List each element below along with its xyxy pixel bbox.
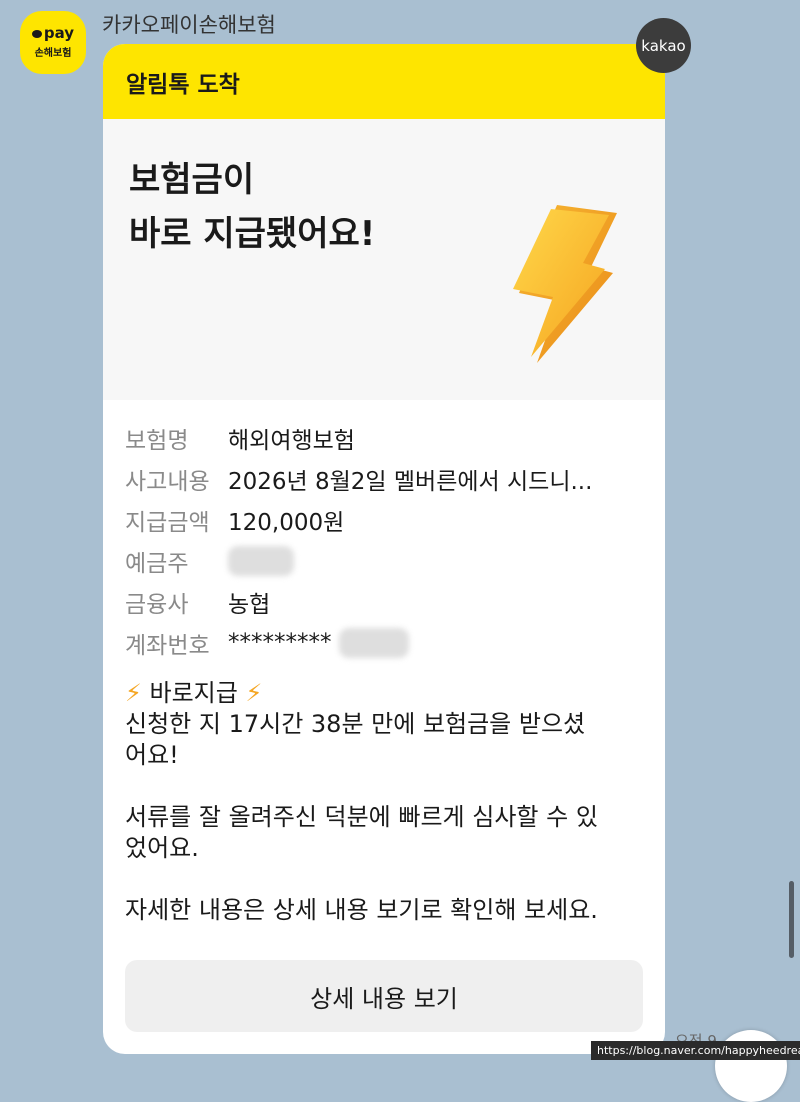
- bank-label: 금융사: [125, 591, 189, 618]
- redaction-blur: [228, 545, 294, 576]
- amount-label: 지급금액: [125, 509, 210, 536]
- card-header: 알림톡 도착: [103, 44, 665, 119]
- detail-row-account: 계좌번호 *********: [125, 622, 592, 663]
- avatar-sub-label: 손해보험: [34, 48, 72, 59]
- hero-title-line2: 바로 지급됐어요!: [129, 214, 376, 254]
- hero-title: 보험금이 바로 지급됐어요!: [129, 153, 375, 261]
- account-value: *********: [228, 627, 409, 658]
- detail-row-product: 보험명 해외여행보험: [125, 417, 592, 458]
- amount-value: 120,000원: [228, 509, 345, 536]
- hero-title-line1: 보험금이: [129, 160, 255, 200]
- view-details-button[interactable]: 상세 내용 보기: [125, 960, 643, 1032]
- bank-value: 농협: [228, 591, 271, 618]
- message-line: 자세한 내용은 상세 내용 보기로 확인해 보세요.: [125, 896, 598, 924]
- hero-banner: 보험금이 바로 지급됐어요!: [103, 119, 665, 400]
- detail-row-incident: 사고내용 2026년 8월2일 멜버른에서 시드니...: [125, 458, 592, 499]
- redaction-blur: [338, 627, 409, 658]
- message-line: 신청한 지 17시간 38분 만에 보험금을 받으셨: [125, 710, 586, 738]
- blog-watermark: https://blog.naver.com/happyheedream: [591, 1041, 800, 1060]
- claim-details: 보험명 해외여행보험 사고내용 2026년 8월2일 멜버른에서 시드니... …: [125, 417, 592, 663]
- account-label: 계좌번호: [125, 632, 210, 659]
- message-title-text: 바로지급: [149, 679, 238, 707]
- sender-avatar[interactable]: pay 손해보험: [20, 11, 86, 74]
- detail-row-amount: 지급금액 120,000원: [125, 499, 592, 540]
- product-label: 보험명: [125, 427, 189, 454]
- scrollbar[interactable]: [789, 881, 794, 958]
- message-line: 어요!: [125, 741, 179, 769]
- sender-name: 카카오페이손해보험: [102, 13, 276, 37]
- lightning-emoji-icon: ⚡: [245, 679, 263, 707]
- avatar-brand: pay: [43, 24, 75, 42]
- speech-bubble-icon: [31, 29, 42, 38]
- incident-label: 사고내용: [125, 468, 210, 495]
- lightning-emoji-icon: ⚡: [125, 679, 142, 707]
- notification-message: ⚡ 바로지급 ⚡ 신청한 지 17시간 38분 만에 보험금을 받으셨 어요! …: [125, 678, 645, 926]
- alimtalk-card: 알림톡 도착 보험금이 바로 지급됐어요! 보험명 해외여행보험 사고내용 20…: [103, 44, 665, 1054]
- message-title: ⚡ 바로지급 ⚡: [125, 678, 645, 709]
- message-line: 서류를 잘 올려주신 덕분에 빠르게 심사할 수 있: [125, 803, 598, 831]
- holder-value-redacted: [228, 545, 294, 576]
- message-line: 었어요.: [125, 834, 199, 862]
- detail-row-bank: 금융사 농협: [125, 581, 592, 622]
- pay-logo: pay: [31, 24, 75, 42]
- kakao-badge: kakao: [636, 18, 691, 73]
- detail-row-holder: 예금주: [125, 540, 592, 581]
- lightning-icon: [513, 205, 617, 363]
- account-number-masked: *********: [228, 629, 332, 655]
- product-value: 해외여행보험: [228, 427, 355, 454]
- incident-value: 2026년 8월2일 멜버른에서 시드니...: [228, 468, 593, 495]
- holder-label: 예금주: [125, 550, 189, 577]
